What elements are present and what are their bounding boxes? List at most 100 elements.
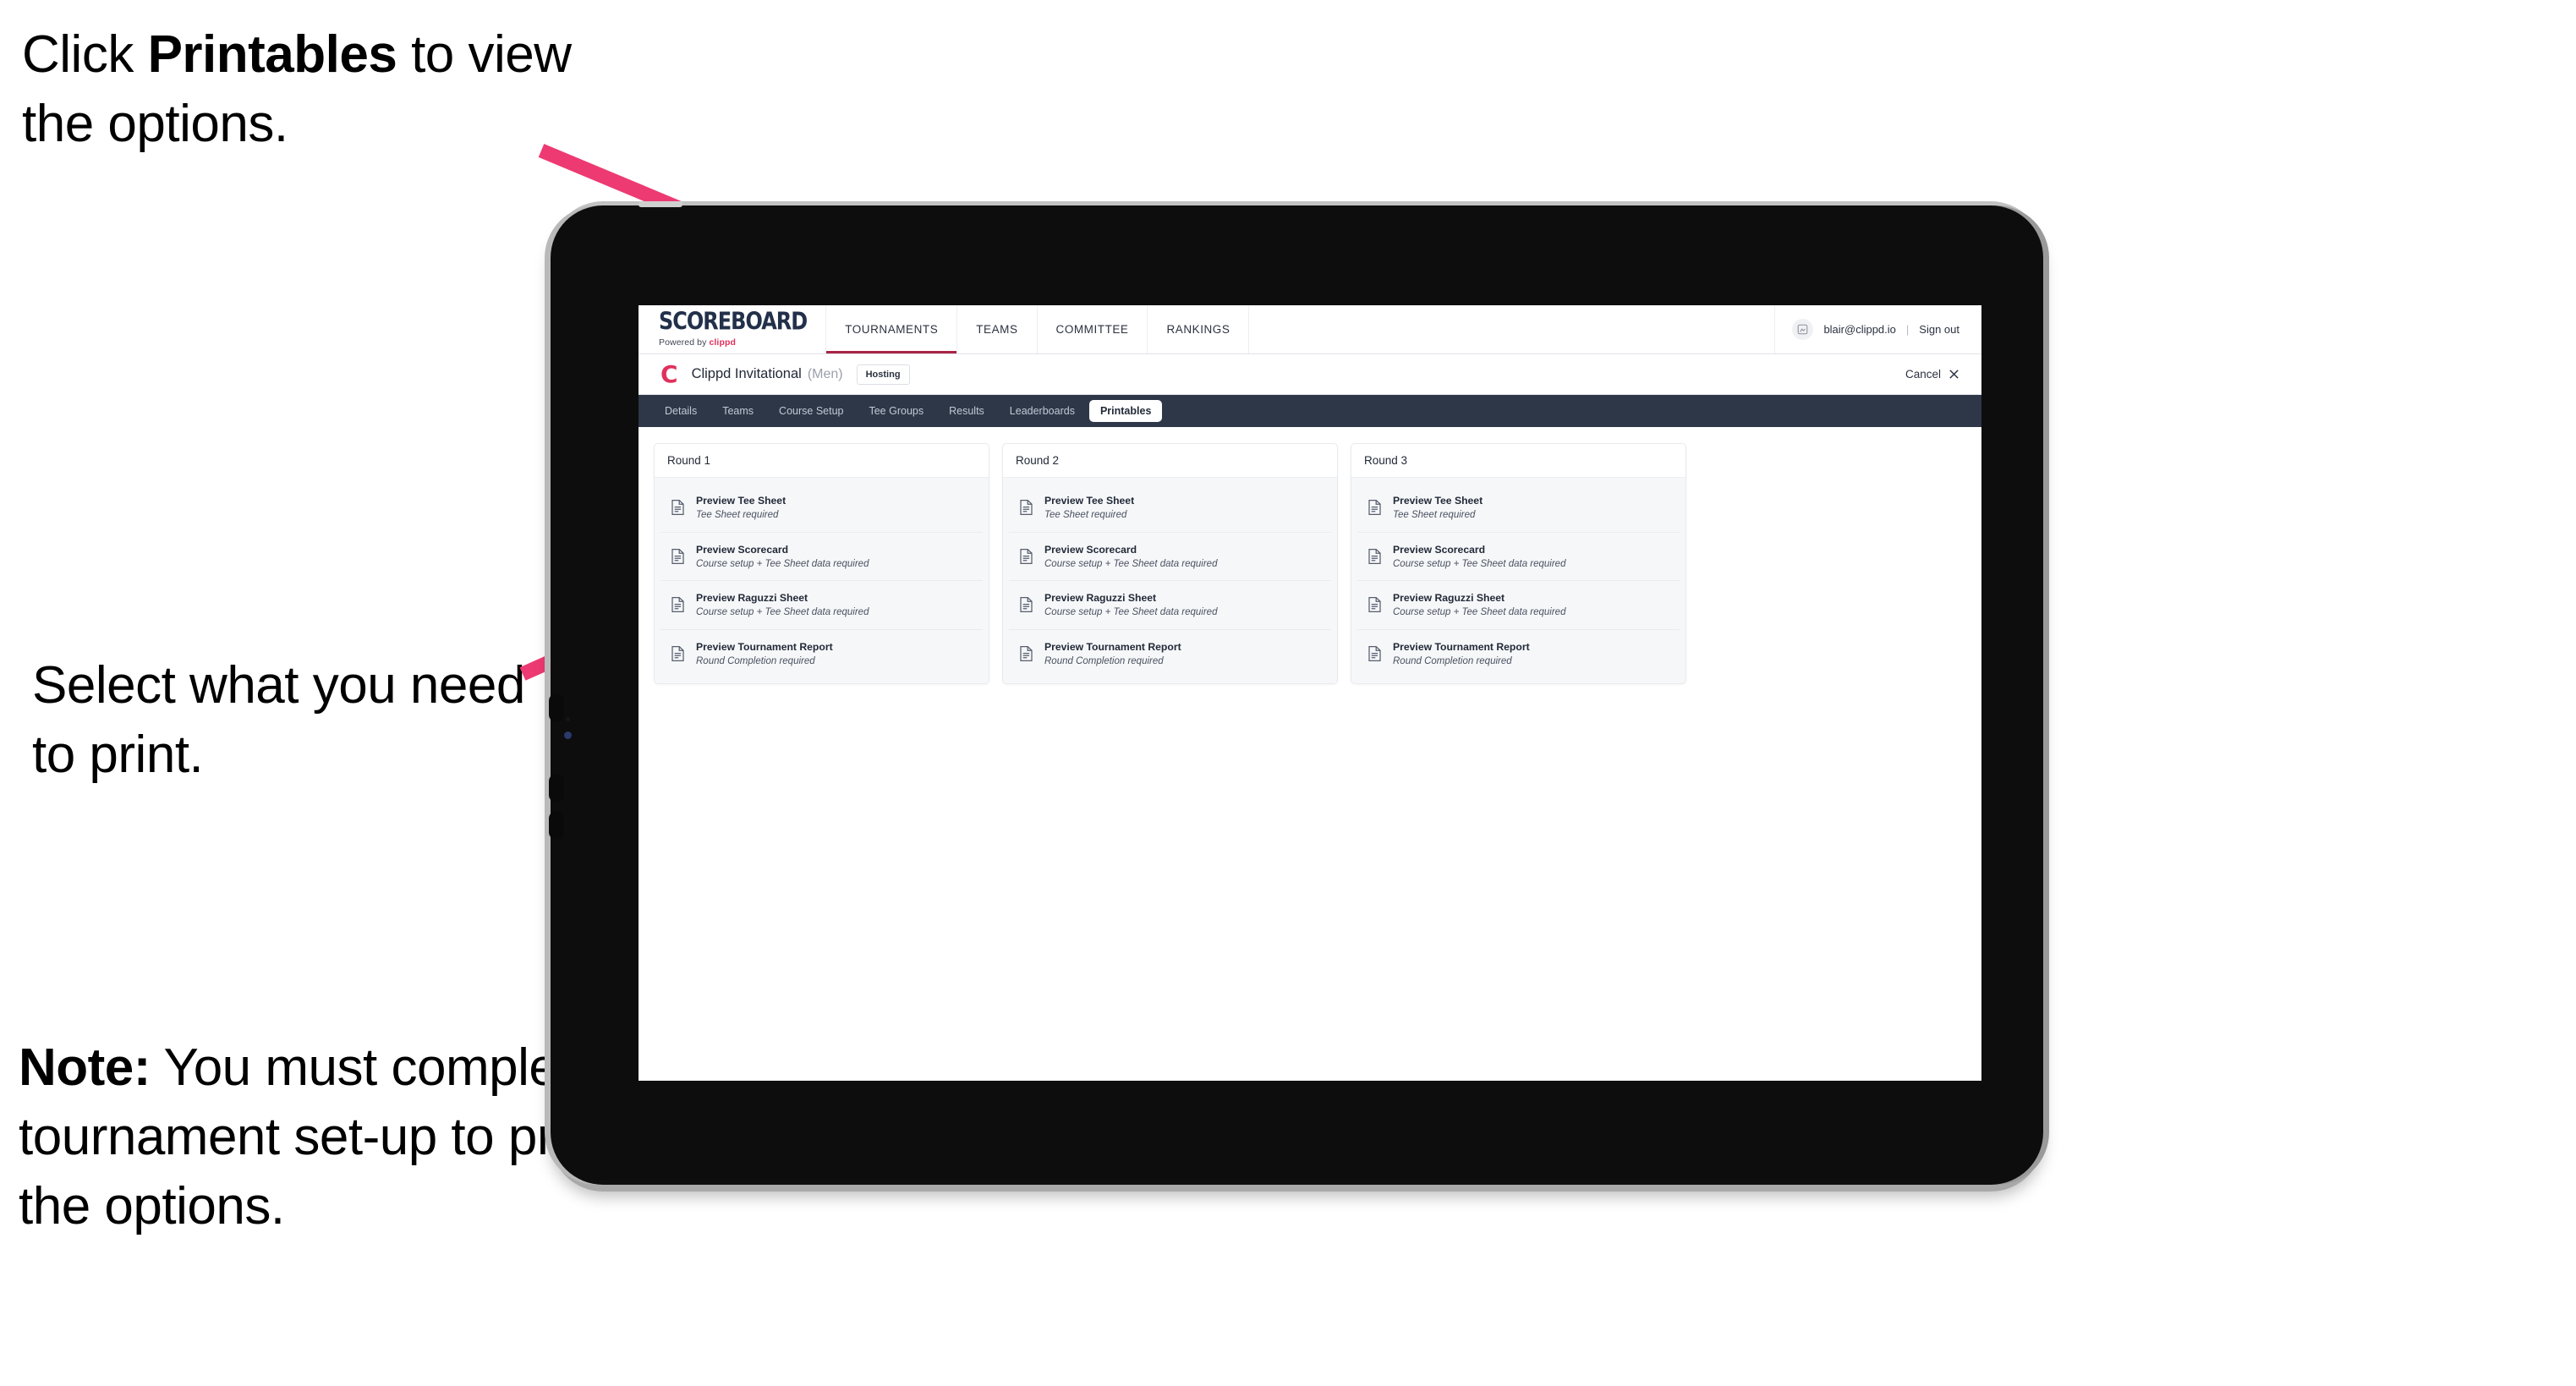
- printable-item-scorecard[interactable]: Preview Scorecard Course setup + Tee Shee…: [1357, 532, 1680, 582]
- top-navigation-bar: SCOREBOARD Powered by clippd TOURNAMENTS…: [639, 305, 1981, 354]
- printable-item-scorecard[interactable]: Preview Scorecard Course setup + Tee Shee…: [1009, 532, 1331, 582]
- document-icon: [1019, 548, 1033, 565]
- nav-item-tournaments[interactable]: TOURNAMENTS: [826, 305, 958, 353]
- clippd-c-logo-icon: C: [660, 359, 678, 388]
- section-tab-strip: Details Teams Course Setup Tee Groups Re…: [639, 395, 1981, 427]
- document-icon: [1367, 499, 1382, 516]
- nav-item-rankings[interactable]: RANKINGS: [1148, 305, 1250, 353]
- printable-item-tee-sheet[interactable]: Preview Tee Sheet Tee Sheet required: [1009, 484, 1331, 533]
- printable-item-subtitle: Course setup + Tee Sheet data required: [696, 607, 869, 618]
- tablet-sensor-dot: [566, 717, 570, 721]
- primary-nav: TOURNAMENTS TEAMS COMMITTEE RANKINGS: [826, 305, 1250, 353]
- scoreboard-logo[interactable]: SCOREBOARD Powered by clippd: [639, 305, 827, 353]
- printable-item-tee-sheet[interactable]: Preview Tee Sheet Tee Sheet required: [1357, 484, 1680, 533]
- brand-subtitle: Powered by clippd: [659, 337, 807, 348]
- printable-item-title: Preview Tournament Report: [1393, 640, 1530, 653]
- tablet-volume-down-button[interactable]: [549, 811, 564, 840]
- printable-item-raguzzi-sheet[interactable]: Preview Raguzzi Sheet Course setup + Tee …: [1357, 581, 1680, 630]
- printable-item-title: Preview Scorecard: [1393, 543, 1486, 556]
- printable-item-subtitle: Tee Sheet required: [1393, 510, 1476, 520]
- app-screen: SCOREBOARD Powered by clippd TOURNAMENTS…: [639, 305, 1981, 1081]
- annotation-top-prefix: Click: [22, 25, 148, 84]
- nav-item-teams[interactable]: TEAMS: [957, 305, 1038, 353]
- tournament-gender-label: (Men): [807, 366, 843, 381]
- tab-details[interactable]: Details: [654, 400, 708, 422]
- clippd-wordmark: clippd: [709, 337, 736, 348]
- brand-title: SCOREBOARD: [659, 307, 808, 336]
- tab-printables[interactable]: Printables: [1088, 400, 1163, 422]
- round-2-items: Preview Tee Sheet Tee Sheet required Prev…: [1003, 478, 1337, 684]
- user-separator: |: [1905, 323, 1910, 336]
- tab-leaderboards[interactable]: Leaderboards: [999, 400, 1086, 422]
- printable-item-subtitle: Course setup + Tee Sheet data required: [1044, 607, 1218, 618]
- document-icon: [1367, 645, 1382, 662]
- annotation-note-bold: Note:: [19, 1038, 151, 1097]
- printable-item-subtitle: Round Completion required: [1393, 655, 1512, 666]
- printables-content: Round 1 Preview Tee Sheet Tee Sheet requi…: [639, 427, 1981, 701]
- round-card-2: Round 2 Preview Tee Sheet Tee Sheet requi…: [1002, 443, 1338, 685]
- printable-item-subtitle: Tee Sheet required: [696, 510, 779, 520]
- tab-results[interactable]: Results: [938, 400, 995, 422]
- topbar-spacer: [1249, 305, 1776, 353]
- tablet-device: SCOREBOARD Powered by clippd TOURNAMENTS…: [549, 201, 2043, 1185]
- printable-item-subtitle: Round Completion required: [696, 655, 815, 666]
- round-3-items: Preview Tee Sheet Tee Sheet required Prev…: [1351, 478, 1685, 684]
- tournament-header-row: C Clippd Invitational (Men) Hosting Canc…: [639, 354, 1981, 395]
- document-icon: [671, 596, 685, 613]
- user-avatar-icon[interactable]: [1792, 319, 1814, 340]
- printable-item-tournament-report[interactable]: Preview Tournament Report Round Completio…: [1357, 629, 1680, 678]
- document-icon: [1367, 548, 1382, 565]
- printable-item-title: Preview Tee Sheet: [1044, 495, 1135, 507]
- printable-item-title: Preview Raguzzi Sheet: [1393, 592, 1505, 605]
- annotation-click-printables: Click Printables to view the options.: [22, 20, 597, 159]
- powered-by-text: Powered by: [659, 337, 710, 348]
- printable-item-subtitle: Course setup + Tee Sheet data required: [1044, 558, 1218, 569]
- tournament-name: Clippd Invitational: [691, 366, 802, 381]
- printable-item-subtitle: Tee Sheet required: [1044, 510, 1127, 520]
- printable-item-subtitle: Course setup + Tee Sheet data required: [1393, 558, 1566, 569]
- document-icon: [1019, 596, 1033, 613]
- document-icon: [671, 645, 685, 662]
- document-icon: [1367, 596, 1382, 613]
- tablet-camera-icon: [564, 731, 572, 739]
- round-2-title: Round 2: [1003, 444, 1337, 478]
- printable-item-raguzzi-sheet[interactable]: Preview Raguzzi Sheet Course setup + Tee …: [1009, 581, 1331, 630]
- printable-item-title: Preview Tee Sheet: [1393, 495, 1483, 507]
- round-3-title: Round 3: [1351, 444, 1685, 478]
- user-email-label: blair@clippd.io: [1823, 323, 1896, 336]
- printable-item-tee-sheet[interactable]: Preview Tee Sheet Tee Sheet required: [660, 484, 983, 533]
- printable-item-subtitle: Round Completion required: [1044, 655, 1164, 666]
- round-1-items: Preview Tee Sheet Tee Sheet required Prev…: [655, 478, 989, 684]
- round-card-1: Round 1 Preview Tee Sheet Tee Sheet requi…: [654, 443, 989, 685]
- annotation-select-to-print: Select what you need to print.: [32, 656, 525, 784]
- tablet-top-slot: [639, 201, 682, 207]
- printable-item-title: Preview Tee Sheet: [696, 495, 787, 507]
- tablet-power-button[interactable]: [549, 693, 564, 722]
- printable-item-title: Preview Scorecard: [1044, 543, 1137, 556]
- tab-tee-groups[interactable]: Tee Groups: [858, 400, 934, 422]
- round-card-3: Round 3 Preview Tee Sheet Tee Sheet requi…: [1351, 443, 1686, 685]
- printable-item-title: Preview Scorecard: [696, 543, 789, 556]
- printable-item-raguzzi-sheet[interactable]: Preview Raguzzi Sheet Course setup + Tee …: [660, 581, 983, 630]
- document-icon: [671, 499, 685, 516]
- printable-item-title: Preview Tournament Report: [1044, 640, 1181, 653]
- document-icon: [1019, 499, 1033, 516]
- tab-course-setup[interactable]: Course Setup: [768, 400, 854, 422]
- printable-item-title: Preview Raguzzi Sheet: [696, 592, 808, 605]
- printable-item-subtitle: Course setup + Tee Sheet data required: [696, 558, 869, 569]
- hosting-badge[interactable]: Hosting: [856, 364, 910, 385]
- user-account-area: blair@clippd.io | Sign out: [1775, 305, 1981, 353]
- cancel-label: Cancel: [1905, 368, 1941, 381]
- annotation-top-bold: Printables: [147, 25, 397, 84]
- printable-item-title: Preview Raguzzi Sheet: [1044, 592, 1157, 605]
- sign-out-link[interactable]: Sign out: [1919, 323, 1959, 336]
- tablet-volume-up-button[interactable]: [549, 774, 564, 803]
- document-icon: [1019, 645, 1033, 662]
- cancel-button[interactable]: Cancel: [1905, 368, 1959, 381]
- tab-teams[interactable]: Teams: [711, 400, 765, 422]
- printable-item-tournament-report[interactable]: Preview Tournament Report Round Completio…: [660, 629, 983, 678]
- document-icon: [671, 548, 685, 565]
- nav-item-committee[interactable]: COMMITTEE: [1038, 305, 1148, 353]
- printable-item-scorecard[interactable]: Preview Scorecard Course setup + Tee Shee…: [660, 532, 983, 582]
- printable-item-tournament-report[interactable]: Preview Tournament Report Round Completio…: [1009, 629, 1331, 678]
